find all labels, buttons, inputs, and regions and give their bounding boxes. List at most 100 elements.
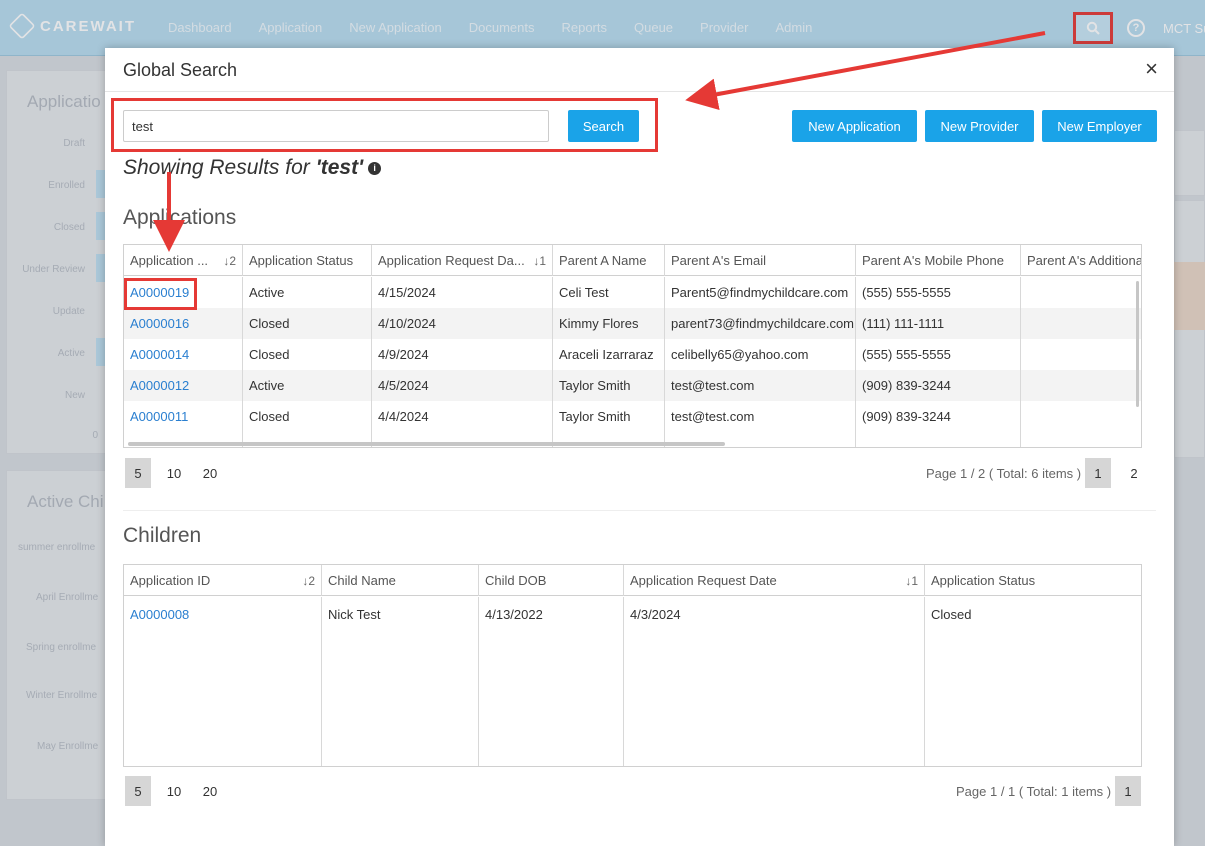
table-cell: 4/13/2022 xyxy=(479,597,624,766)
applications-page-size-selector: 5 10 20 xyxy=(125,458,233,488)
table-cell: 4/4/2024 xyxy=(372,401,553,432)
results-prefix: Showing Results for xyxy=(123,156,310,179)
new-provider-button[interactable]: New Provider xyxy=(925,110,1034,142)
new-application-button[interactable]: New Application xyxy=(792,110,917,142)
horizontal-scrollbar[interactable] xyxy=(128,442,725,446)
page-button-2[interactable]: 2 xyxy=(1121,458,1147,488)
column-header-request-date[interactable]: Application Request Date ↓1 xyxy=(624,565,925,596)
column-header-parent-name[interactable]: Parent A Name xyxy=(553,245,665,276)
info-icon[interactable]: i xyxy=(368,161,382,175)
application-id-link[interactable]: A0000008 xyxy=(124,597,322,766)
column-header-application-status[interactable]: Application Status xyxy=(925,565,1141,596)
table-cell xyxy=(1021,339,1141,370)
table-cell xyxy=(1021,308,1141,339)
table-cell: Parent5@findmychildcare.com xyxy=(665,277,856,308)
table-cell: test@test.com xyxy=(665,370,856,401)
results-heading: Showing Results for 'test' i xyxy=(123,156,382,180)
sort-icon: ↓1 xyxy=(905,573,918,588)
new-employer-button[interactable]: New Employer xyxy=(1042,110,1157,142)
table-cell: 4/15/2024 xyxy=(372,277,553,308)
page-button-1[interactable]: 1 xyxy=(1085,458,1111,488)
page-size-5[interactable]: 5 xyxy=(125,776,151,806)
children-pagination: 1 xyxy=(1115,776,1151,806)
column-header-application-status[interactable]: Application Status xyxy=(243,245,372,276)
table-cell: 4/9/2024 xyxy=(372,339,553,370)
table-cell: Active xyxy=(243,277,372,308)
sort-icon: ↓2 xyxy=(302,573,315,588)
modal-header: Global Search × xyxy=(105,48,1174,92)
table-cell: Araceli Izarraraz xyxy=(553,339,665,370)
table-cell: (111) 111-1111 xyxy=(856,308,1021,339)
table-cell: Closed xyxy=(243,401,372,432)
table-cell: 4/3/2024 xyxy=(624,597,925,766)
table-cell xyxy=(1021,370,1141,401)
children-pager-info: Page 1 / 1 ( Total: 1 items ) xyxy=(956,784,1112,799)
sort-icon: ↓2 xyxy=(223,253,236,268)
global-search-modal: Global Search × Search New Application N… xyxy=(105,48,1174,846)
table-cell: Taylor Smith xyxy=(553,401,665,432)
sort-icon: ↓1 xyxy=(533,253,546,268)
column-header-child-name[interactable]: Child Name xyxy=(322,565,479,596)
children-table: Application ID ↓2 Child Name Child DOB Ap… xyxy=(123,564,1142,767)
table-cell: Taylor Smith xyxy=(553,370,665,401)
page-size-20[interactable]: 20 xyxy=(197,776,223,806)
children-table-body: A0000008 Nick Test 4/13/2022 4/3/2024 Cl… xyxy=(124,597,1141,766)
children-table-header: Application ID ↓2 Child Name Child DOB Ap… xyxy=(124,565,1141,596)
application-id-link[interactable]: A0000016 xyxy=(124,308,243,339)
table-cell xyxy=(1021,401,1141,432)
modal-title: Global Search xyxy=(123,60,238,80)
search-input[interactable] xyxy=(123,110,549,142)
close-icon[interactable]: × xyxy=(1145,58,1158,80)
applications-table-header: Application ... ↓2 Application Status App… xyxy=(124,245,1141,276)
application-id-link[interactable]: A0000012 xyxy=(124,370,243,401)
table-cell: (909) 839-3244 xyxy=(856,401,1021,432)
applications-pager-info: Page 1 / 2 ( Total: 6 items ) xyxy=(926,466,1082,481)
annotation-box-application-id xyxy=(124,278,197,310)
page-size-10[interactable]: 10 xyxy=(161,776,187,806)
column-header-parent-phone[interactable]: Parent A's Mobile Phone xyxy=(856,245,1021,276)
application-id-link[interactable]: A0000011 xyxy=(124,401,243,432)
column-header-application-id[interactable]: Application ID ↓2 xyxy=(124,565,322,596)
page-size-10[interactable]: 10 xyxy=(161,458,187,488)
page-size-5[interactable]: 5 xyxy=(125,458,151,488)
table-cell: (555) 555-5555 xyxy=(856,339,1021,370)
table-row[interactable]: A0000016 Closed 4/10/2024 Kimmy Flores p… xyxy=(124,308,1141,339)
applications-table-body: A0000019 Active 4/15/2024 Celi Test Pare… xyxy=(124,277,1141,447)
applications-pagination: 1 2 xyxy=(1085,458,1157,488)
table-row[interactable]: A0000014 Closed 4/9/2024 Araceli Izarrar… xyxy=(124,339,1141,370)
divider xyxy=(123,510,1156,511)
table-row[interactable]: A0000012 Active 4/5/2024 Taylor Smith te… xyxy=(124,370,1141,401)
page-size-20[interactable]: 20 xyxy=(197,458,223,488)
table-row[interactable]: A0000019 Active 4/15/2024 Celi Test Pare… xyxy=(124,277,1141,308)
table-cell: Closed xyxy=(931,607,972,622)
table-cell: celibelly65@yahoo.com xyxy=(665,339,856,370)
column-header-parent-additional[interactable]: Parent A's Additiona xyxy=(1021,245,1141,276)
table-cell: (909) 839-3244 xyxy=(856,370,1021,401)
table-cell: Celi Test xyxy=(553,277,665,308)
application-id-link[interactable]: A0000014 xyxy=(124,339,243,370)
table-cell: (555) 555-5555 xyxy=(856,277,1021,308)
table-cell: Kimmy Flores xyxy=(553,308,665,339)
table-cell: Closed xyxy=(243,308,372,339)
vertical-scrollbar[interactable] xyxy=(1136,281,1139,407)
table-cell: test@test.com xyxy=(665,401,856,432)
table-cell: parent73@findmychildcare.com xyxy=(665,308,856,339)
applications-table: Application ... ↓2 Application Status App… xyxy=(123,244,1142,448)
column-header-child-dob[interactable]: Child DOB xyxy=(479,565,624,596)
results-query: 'test' xyxy=(315,156,364,179)
column-header-parent-email[interactable]: Parent A's Email xyxy=(665,245,856,276)
table-cell xyxy=(1021,277,1141,308)
table-row[interactable]: A0000011 Closed 4/4/2024 Taylor Smith te… xyxy=(124,401,1141,432)
page-button-1[interactable]: 1 xyxy=(1115,776,1141,806)
table-cell: Closed xyxy=(243,339,372,370)
table-row[interactable]: A0000008 Nick Test 4/13/2022 4/3/2024 Cl… xyxy=(124,597,1141,766)
table-cell: Nick Test xyxy=(322,597,479,766)
column-header-request-date[interactable]: Application Request Da... ↓1 xyxy=(372,245,553,276)
column-header-application-id[interactable]: Application ... ↓2 xyxy=(124,245,243,276)
table-cell: Active xyxy=(243,370,372,401)
search-button[interactable]: Search xyxy=(568,110,639,142)
children-section-title: Children xyxy=(123,524,202,547)
table-cell: 4/5/2024 xyxy=(372,370,553,401)
table-cell: 4/10/2024 xyxy=(372,308,553,339)
children-page-size-selector: 5 10 20 xyxy=(125,776,233,806)
